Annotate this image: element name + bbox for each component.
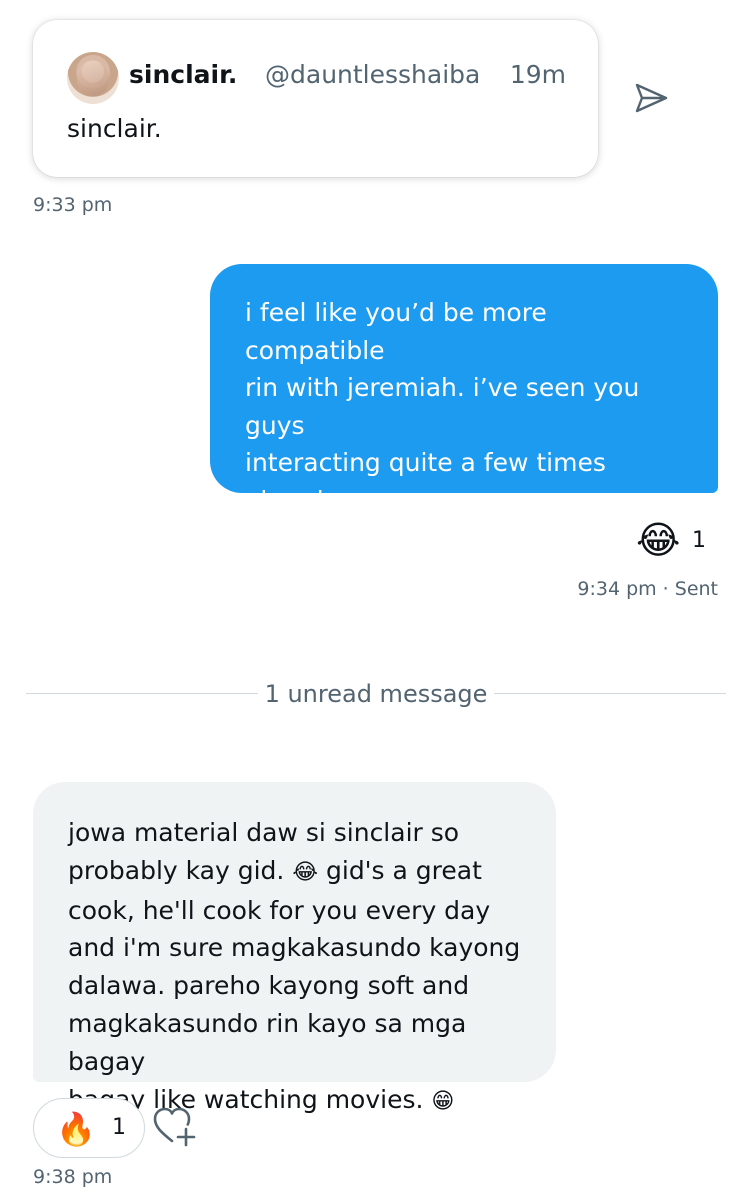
received-message-bubble[interactable]: jowa material daw si sinclair so probabl… xyxy=(33,782,556,1114)
message-timestamp: 9:38 pm xyxy=(33,1166,113,1188)
grinning-emoji-icon: 😁 xyxy=(431,1088,455,1114)
quoted-post-card[interactable]: sinclair. @dauntlesshaiba 19m sinclair. xyxy=(33,20,598,177)
message-line: magkakasundo rin kayo sa mga bagay xyxy=(68,1008,467,1076)
laughing-emoji-icon: 😂 xyxy=(292,859,319,885)
quoted-post-text: sinclair. xyxy=(67,114,162,143)
message-line: dalawa. pareho kayong soft and xyxy=(68,971,470,1001)
message-line: cook, he'll cook for you every day xyxy=(68,895,491,925)
message-line: interacting quite a few times already xyxy=(245,448,606,515)
send-arrow-icon[interactable] xyxy=(628,76,672,120)
reaction-badge[interactable]: 😂 1 xyxy=(636,518,706,562)
message-text: probably kay gid. xyxy=(68,855,285,885)
reaction-count: 1 xyxy=(112,1115,126,1140)
reaction-badge[interactable]: 🔥 1 xyxy=(33,1098,145,1158)
message-line: rin with jeremiah. i’ve seen you guys xyxy=(245,373,640,440)
quoted-post-time: 19m xyxy=(509,60,566,89)
fire-emoji-icon: 🔥 xyxy=(56,1110,96,1148)
unread-divider-label: 1 unread message xyxy=(264,680,488,708)
message-line: jowa material daw si sinclair so xyxy=(68,818,460,847)
message-timestamp: 9:33 pm xyxy=(33,194,113,216)
message-line: probably kay gid. 😂 gid's a great xyxy=(68,852,536,892)
laughing-emoji-icon: 😂 xyxy=(636,518,681,562)
message-text: gid's a great xyxy=(326,855,482,885)
quoted-author-name: sinclair. xyxy=(129,60,238,89)
message-line: and i'm sure magkakasundo kayong xyxy=(68,933,521,963)
quoted-author-handle: @dauntlesshaiba xyxy=(265,60,481,89)
sent-status-timestamp: 9:34 pm · Sent xyxy=(577,578,718,600)
avatar[interactable] xyxy=(67,52,119,104)
reaction-count: 1 xyxy=(692,527,706,553)
heart-plus-icon[interactable] xyxy=(150,1105,198,1149)
message-line: i feel like you’d be more compatible xyxy=(245,298,547,365)
sent-message-bubble[interactable]: i feel like you’d be more compatible rin… xyxy=(210,264,718,627)
